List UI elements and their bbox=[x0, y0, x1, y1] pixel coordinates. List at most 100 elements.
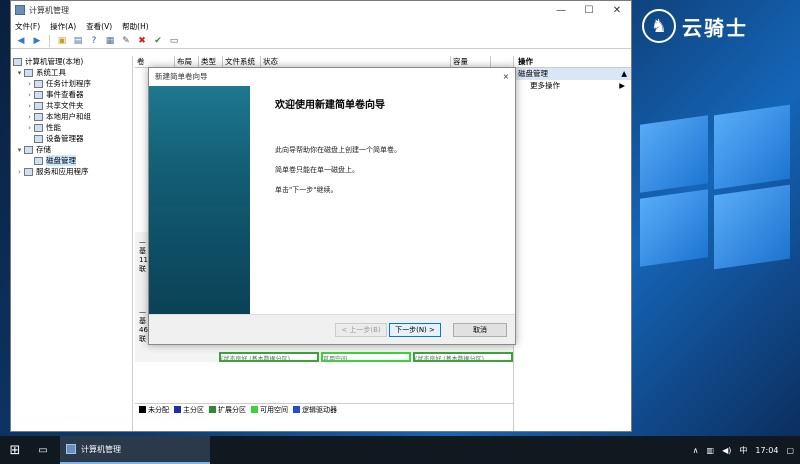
wizard-body: 欢迎使用新建简单卷向导 此向导帮助你在磁盘上创建一个简单卷。 简单卷只能在单一磁… bbox=[275, 96, 505, 205]
toolbar: ◀ ▶ ▣ ▤ ? ▦ ✎ ✖ ✔ ▭ bbox=[11, 33, 631, 49]
start-button[interactable]: ⊞ bbox=[0, 436, 30, 464]
back-button[interactable]: < 上一步(B) bbox=[335, 323, 387, 337]
legend-free-space: 可用空间 bbox=[251, 405, 288, 415]
column-layout[interactable]: 布局 bbox=[175, 56, 199, 67]
collapse-up-icon[interactable]: ▲ bbox=[621, 68, 627, 80]
wizard-side-banner bbox=[149, 86, 250, 314]
actions-pane: 操作 磁盘管理 ▲ 更多操作 ▶ bbox=[513, 56, 631, 431]
show-hide-tree-icon[interactable]: ▤ bbox=[72, 35, 84, 47]
tree-item-performance[interactable]: › 性能 bbox=[11, 122, 132, 133]
column-volume[interactable]: 卷 bbox=[135, 56, 175, 67]
computer-icon bbox=[13, 57, 22, 66]
tree-item-system-tools[interactable]: ▾ 系统工具 bbox=[11, 67, 132, 78]
column-capacity[interactable]: 容量 bbox=[451, 56, 491, 67]
tree-item-computer-management[interactable]: 计算机管理(本地) bbox=[11, 56, 132, 67]
clock-icon bbox=[34, 79, 43, 88]
expand-chevron-icon[interactable]: › bbox=[25, 91, 34, 99]
taskbar-app-computer-management[interactable]: 计算机管理 bbox=[60, 436, 210, 464]
shared-folder-icon bbox=[34, 101, 43, 110]
legend-logical: 逻辑驱动器 bbox=[293, 405, 337, 415]
services-icon bbox=[24, 167, 33, 176]
brand-text: 云骑士 bbox=[682, 15, 748, 40]
tree-item-task-scheduler[interactable]: › 任务计划程序 bbox=[11, 78, 132, 89]
ime-indicator[interactable]: 中 bbox=[739, 445, 747, 456]
expand-chevron-icon[interactable]: › bbox=[25, 80, 34, 88]
tree-item-local-users[interactable]: › 本地用户和组 bbox=[11, 111, 132, 122]
knight-logo-icon: ♞ bbox=[642, 9, 676, 43]
tree-item-disk-management[interactable]: 磁盘管理 bbox=[11, 155, 132, 166]
tree-item-device-manager[interactable]: 设备管理器 bbox=[11, 133, 132, 144]
network-icon[interactable]: ▥ bbox=[707, 446, 715, 455]
disk-legend: 未分配 主分区 扩展分区 可用空间 逻辑驱动器 bbox=[135, 403, 513, 415]
actions-section-disk-management[interactable]: 磁盘管理 ▲ bbox=[514, 68, 631, 80]
disk-management-icon bbox=[34, 156, 43, 165]
maximize-button[interactable]: ☐ bbox=[575, 5, 603, 16]
taskbar: ⊞ ▭ 计算机管理 ∧ ▥ ◀) 中 17:04 ▢ bbox=[0, 436, 800, 464]
partition-block[interactable]: (状态良好 (基本数据分区) bbox=[413, 352, 513, 362]
computer-management-icon bbox=[15, 5, 25, 15]
expand-chevron-icon[interactable]: › bbox=[25, 102, 34, 110]
volume-icon[interactable]: ◀) bbox=[722, 446, 731, 455]
properties-icon[interactable]: ▦ bbox=[104, 35, 116, 47]
windows-logo-wallpaper bbox=[640, 104, 790, 270]
wizard-text-1: 此向导帮助你在磁盘上创建一个简单卷。 bbox=[275, 146, 401, 154]
event-viewer-icon bbox=[34, 90, 43, 99]
menu-help[interactable]: 帮助(H) bbox=[122, 21, 149, 32]
title-bar[interactable]: 计算机管理 — ☐ ✕ bbox=[11, 1, 631, 19]
list-view-icon[interactable]: ▭ bbox=[168, 35, 180, 47]
column-type[interactable]: 类型 bbox=[199, 56, 223, 67]
legend-extended: 扩展分区 bbox=[209, 405, 246, 415]
window-title: 计算机管理 bbox=[29, 5, 69, 15]
console-tree: 计算机管理(本地) ▾ 系统工具 › 任务计划程序 › 事件查看器 › 共享文件… bbox=[11, 56, 133, 431]
expand-chevron-icon[interactable]: › bbox=[25, 113, 34, 121]
forward-arrow-icon[interactable]: ▶ bbox=[31, 35, 43, 47]
tree-item-event-viewer[interactable]: › 事件查看器 bbox=[11, 89, 132, 100]
more-actions-item[interactable]: 更多操作 ▶ bbox=[514, 80, 631, 92]
free-space-block[interactable]: 可用空间 bbox=[321, 352, 411, 362]
system-tray: ∧ ▥ ◀) 中 17:04 ▢ bbox=[693, 436, 794, 464]
expand-chevron-icon[interactable]: › bbox=[15, 168, 24, 176]
menu-view[interactable]: 查看(V) bbox=[86, 21, 112, 32]
up-folder-icon[interactable]: ▣ bbox=[56, 35, 68, 47]
clock[interactable]: 17:04 bbox=[755, 446, 778, 455]
menu-file[interactable]: 文件(F) bbox=[15, 21, 40, 32]
show-hidden-icons-icon[interactable]: ∧ bbox=[693, 446, 699, 455]
computer-management-icon bbox=[66, 444, 76, 454]
help-icon[interactable]: ? bbox=[88, 35, 100, 47]
minimize-button[interactable]: — bbox=[547, 5, 575, 16]
close-button[interactable]: ✕ bbox=[603, 5, 631, 16]
new-simple-volume-wizard: 新建简单卷向导 × 欢迎使用新建简单卷向导 此向导帮助你在磁盘上创建一个简单卷。… bbox=[148, 67, 516, 345]
users-icon bbox=[34, 112, 43, 121]
partition-block[interactable]: (状态良好 (基本数据分区) bbox=[219, 352, 319, 362]
cancel-button[interactable]: 取消 bbox=[453, 323, 507, 337]
disk-1-label[interactable]: — 基 46 联 bbox=[139, 308, 148, 344]
check-icon[interactable]: ✔ bbox=[152, 35, 164, 47]
tree-item-services-apps[interactable]: › 服务和应用程序 bbox=[11, 166, 132, 177]
disk-0-label[interactable]: — 基 11 联 bbox=[139, 238, 148, 274]
actions-header: 操作 bbox=[514, 56, 631, 68]
device-manager-icon bbox=[34, 134, 43, 143]
menu-action[interactable]: 操作(A) bbox=[50, 21, 76, 32]
legend-unallocated: 未分配 bbox=[139, 405, 169, 415]
tools-icon bbox=[24, 68, 33, 77]
next-button[interactable]: 下一步(N) > bbox=[389, 323, 441, 337]
back-arrow-icon[interactable]: ◀ bbox=[15, 35, 27, 47]
task-view-icon[interactable]: ▭ bbox=[30, 436, 56, 464]
tree-item-storage[interactable]: ▾ 存储 bbox=[11, 144, 132, 155]
storage-icon bbox=[24, 145, 33, 154]
wizard-heading: 欢迎使用新建简单卷向导 bbox=[275, 100, 385, 111]
expand-chevron-icon[interactable]: › bbox=[25, 124, 34, 132]
notification-icon[interactable]: ▢ bbox=[786, 446, 794, 455]
menu-bar: 文件(F) 操作(A) 查看(V) 帮助(H) bbox=[11, 19, 631, 33]
collapse-chevron-icon[interactable]: ▾ bbox=[15, 69, 24, 77]
connect-icon[interactable]: ✎ bbox=[120, 35, 132, 47]
wizard-close-button[interactable]: × bbox=[503, 72, 509, 81]
collapse-chevron-icon[interactable]: ▾ bbox=[15, 146, 24, 154]
legend-primary: 主分区 bbox=[174, 405, 204, 415]
delete-icon[interactable]: ✖ bbox=[136, 35, 148, 47]
tree-item-shared-folders[interactable]: › 共享文件夹 bbox=[11, 100, 132, 111]
wizard-title: 新建简单卷向导 bbox=[155, 71, 208, 81]
column-status[interactable]: 状态 bbox=[261, 56, 451, 67]
column-filesystem[interactable]: 文件系统 bbox=[223, 56, 261, 67]
wizard-title-bar[interactable]: 新建简单卷向导 × bbox=[149, 68, 515, 84]
